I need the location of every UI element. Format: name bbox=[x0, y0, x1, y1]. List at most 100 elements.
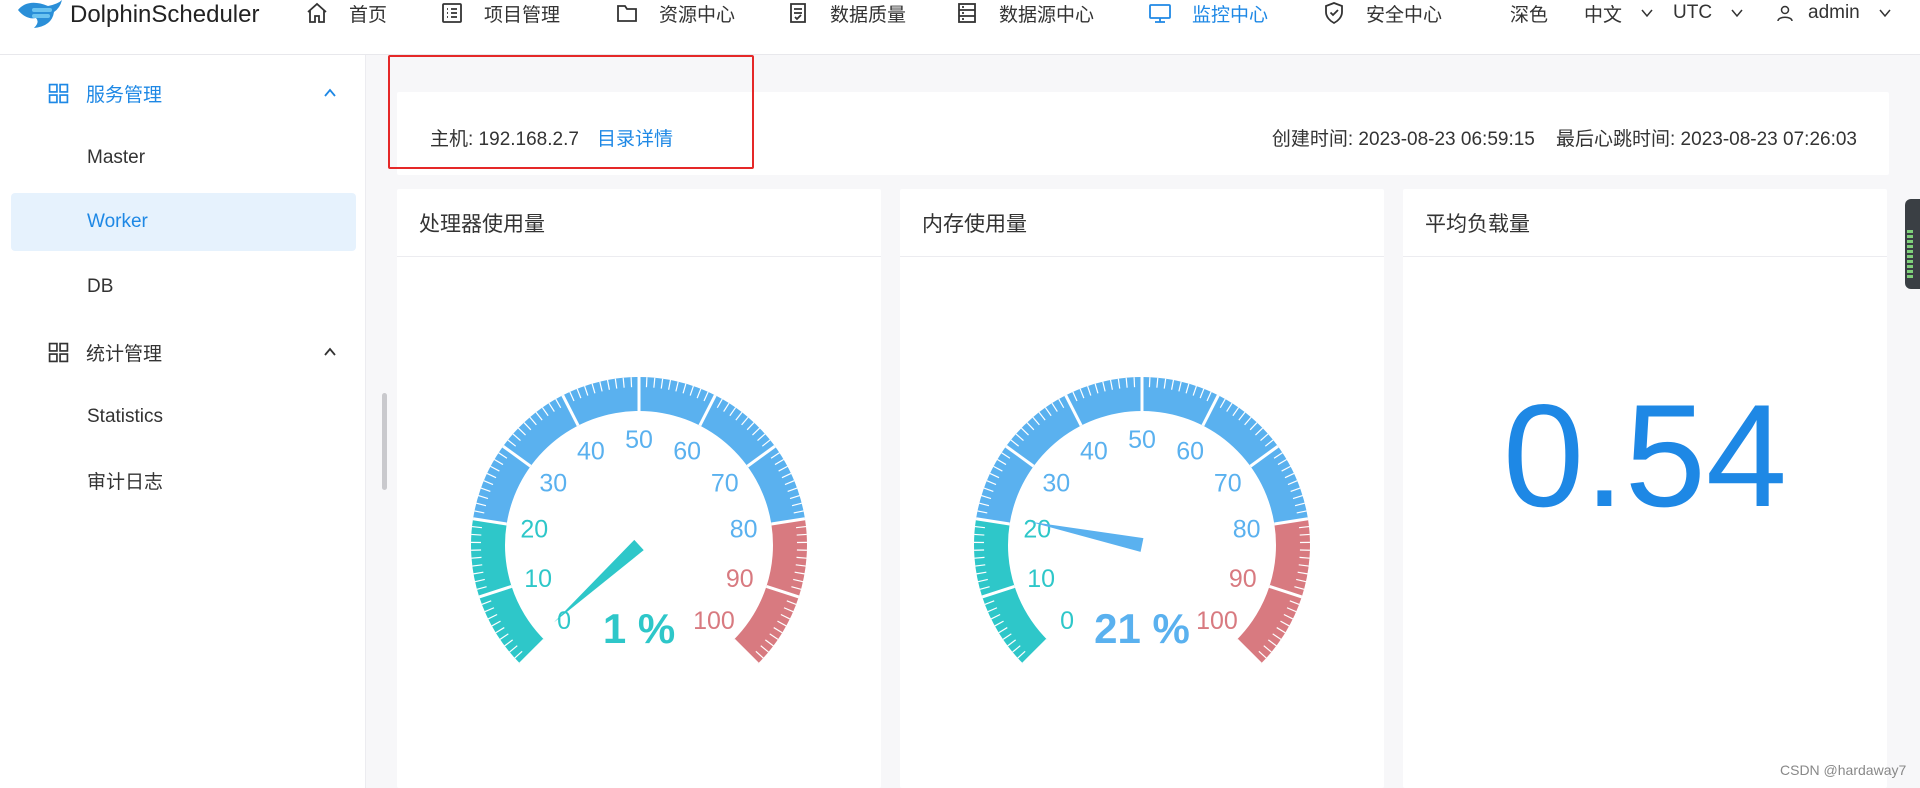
side-widget-meter bbox=[1907, 230, 1913, 278]
sidebar-item-master[interactable]: Master bbox=[11, 129, 356, 187]
gauge-tick-label: 50 bbox=[625, 426, 653, 454]
gauge-tick bbox=[471, 533, 482, 536]
watermark: CSDN @hardaway7 bbox=[1780, 762, 1907, 778]
nav-projects-label: 项目管理 bbox=[484, 4, 561, 26]
nav-datasource[interactable]: 数据源中心 bbox=[955, 0, 1094, 26]
gauge-tick-label: 60 bbox=[1176, 438, 1204, 466]
timezone-value: UTC bbox=[1673, 2, 1713, 23]
chevron-down-icon bbox=[1731, 9, 1743, 18]
nav-data-quality[interactable]: 数据质量 bbox=[786, 0, 906, 26]
gauge-tick-label: 60 bbox=[673, 438, 701, 466]
nav-resources-label: 资源中心 bbox=[659, 4, 736, 26]
sidebar-item-db[interactable]: DB bbox=[11, 258, 356, 316]
grid-icon bbox=[48, 83, 69, 103]
created-time: 创建时间: 2023-08-23 06:59:15 bbox=[1271, 129, 1535, 150]
user-icon bbox=[1777, 5, 1793, 22]
last-heartbeat-time: 最后心跳时间: 2023-08-23 07:26:03 bbox=[1556, 129, 1857, 150]
gauge-tick-label: 70 bbox=[1214, 470, 1242, 498]
home-icon bbox=[307, 2, 327, 23]
nav-monitor[interactable]: 监控中心 bbox=[1148, 0, 1268, 26]
gauge-tick-label: 90 bbox=[1229, 565, 1257, 593]
memory-gauge: 010 20 30 40 50 60 70 80 90 10021 % bbox=[974, 377, 1310, 665]
chevron-up-icon bbox=[324, 347, 336, 356]
panel-title: 内存使用量 bbox=[922, 212, 1027, 236]
gauge-tick bbox=[796, 533, 807, 536]
app-logo[interactable]: DolphinScheduler bbox=[14, 0, 259, 30]
gauge-tick-label: 80 bbox=[730, 515, 758, 543]
sidebar-item-label: Master bbox=[87, 147, 146, 168]
sidebar-item-statistics[interactable]: Statistics bbox=[11, 388, 356, 446]
chevron-down-icon bbox=[1641, 9, 1653, 18]
chevron-down-icon bbox=[1879, 9, 1891, 18]
language-value: 中文 bbox=[1584, 4, 1623, 26]
chevron-up-icon bbox=[324, 88, 336, 97]
nav-monitor-label: 监控中心 bbox=[1192, 4, 1269, 26]
memory-usage-panel: 内存使用量 0 10 20 30 40 50 60 70 80 90 100 21 % bbox=[900, 189, 1384, 788]
gauge-tick-label: 70 bbox=[711, 470, 739, 498]
datasource-icon bbox=[958, 3, 976, 23]
gauge-tick-label: 80 bbox=[1233, 515, 1261, 543]
panel-title: 平均负载量 bbox=[1425, 212, 1530, 236]
app-name: DolphinScheduler bbox=[70, 1, 260, 28]
cpu-gauge: 010 20 30 40 50 60 70 80 90 100 1 % bbox=[471, 377, 807, 665]
gauge-tick-label: 100 bbox=[1196, 607, 1238, 635]
gauge-tick bbox=[471, 556, 482, 559]
sidebar-item-label: DB bbox=[87, 276, 114, 297]
gauge-tick-label: 40 bbox=[577, 438, 605, 466]
sidebar-item-label: 审计日志 bbox=[87, 471, 164, 493]
gauge-tick-label: 20 bbox=[520, 515, 548, 543]
sidebar-item-label: Statistics bbox=[87, 406, 164, 427]
grid-icon bbox=[48, 342, 69, 362]
load-average-panel: 平均负载量 0.54 bbox=[1403, 189, 1887, 788]
monitor-icon bbox=[1149, 4, 1171, 23]
data-quality-icon bbox=[790, 3, 806, 23]
sidebar-item-audit-log[interactable]: 审计日志 bbox=[11, 451, 356, 509]
nav-security[interactable]: 安全中心 bbox=[1322, 0, 1442, 26]
user-name: admin bbox=[1808, 2, 1860, 23]
sidebar-group-statistics[interactable]: 统计管理 bbox=[0, 324, 365, 380]
gauge-tick-label: 30 bbox=[1042, 470, 1070, 498]
gauge-tick-label: 0 bbox=[1060, 607, 1074, 635]
load-average-value: 0.54 bbox=[1502, 374, 1788, 537]
highlight-box bbox=[388, 55, 754, 169]
panel-header: 内存使用量 bbox=[900, 189, 1384, 257]
folder-icon bbox=[617, 5, 637, 22]
top-navbar: DolphinScheduler 首页 项目管理 资源中心 数据质量 数据源中心… bbox=[0, 0, 1920, 55]
host-timestamps: 创建时间: 2023-08-23 06:59:15 最后心跳时间: 2023-0… bbox=[1272, 124, 1857, 151]
gauge-value: 21 % bbox=[1094, 605, 1190, 652]
nav-home[interactable]: 首页 bbox=[305, 0, 387, 26]
gauge-tick-label: 30 bbox=[539, 470, 567, 498]
nav-projects[interactable]: 项目管理 bbox=[440, 0, 560, 26]
panel-header: 处理器使用量 bbox=[397, 189, 881, 257]
gauge-tick-label: 40 bbox=[1080, 438, 1108, 466]
timezone-select[interactable]: UTC bbox=[1673, 0, 1744, 26]
project-list-icon bbox=[442, 3, 462, 23]
gauge-tick-label: 0 bbox=[557, 607, 571, 635]
gauge-tick bbox=[796, 556, 807, 559]
theme-label: 深色 bbox=[1510, 4, 1549, 26]
gauge-tick-label: 10 bbox=[524, 565, 552, 593]
gauge-value: 1 % bbox=[603, 605, 675, 652]
nav-resources[interactable]: 资源中心 bbox=[615, 0, 735, 26]
sidebar-scrollbar[interactable] bbox=[382, 393, 387, 490]
sidebar-group-label: 服务管理 bbox=[86, 84, 163, 106]
user-menu[interactable]: admin bbox=[1776, 0, 1892, 26]
language-select[interactable]: 中文 bbox=[1584, 0, 1654, 26]
theme-toggle[interactable]: 深色 bbox=[1510, 0, 1548, 26]
panel-title: 处理器使用量 bbox=[419, 212, 545, 236]
sidebar-group-label: 统计管理 bbox=[86, 343, 163, 365]
gauge-tick bbox=[1299, 556, 1310, 559]
sidebar-item-worker[interactable]: Worker bbox=[11, 193, 356, 251]
dolphin-logo-icon bbox=[18, 0, 62, 28]
gauge-tick-label: 20 bbox=[1023, 515, 1051, 543]
gauge-tick bbox=[1299, 533, 1310, 536]
gauge-tick-label: 10 bbox=[1027, 565, 1055, 593]
shield-icon bbox=[1325, 2, 1343, 25]
gauge-tick-label: 90 bbox=[726, 565, 754, 593]
gauge-tick bbox=[974, 533, 985, 536]
gauge-tick bbox=[974, 556, 985, 559]
sidebar-group-service[interactable]: 服务管理 bbox=[0, 65, 365, 121]
gauge-tick-label: 100 bbox=[693, 607, 735, 635]
nav-data-quality-label: 数据质量 bbox=[830, 4, 907, 26]
cpu-usage-panel: 处理器使用量 0 10 20 30 40 50 60 70 80 90 100 1 % bbox=[397, 189, 881, 788]
